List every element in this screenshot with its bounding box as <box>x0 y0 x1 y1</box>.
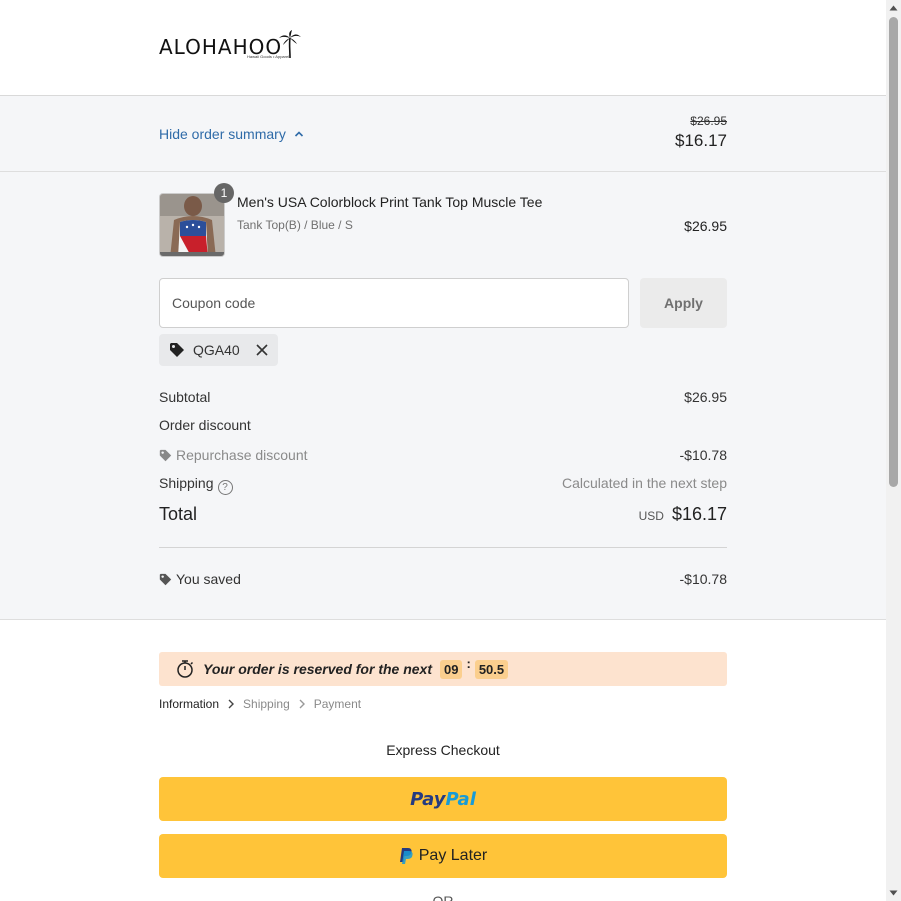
subtotal-label: Subtotal <box>159 389 211 405</box>
you-saved-row: You saved -$10.78 <box>159 571 727 587</box>
page-scrollbar[interactable] <box>886 0 901 901</box>
summary-bar-prices: $26.95 $16.17 <box>675 114 727 152</box>
shipping-value: Calculated in the next step <box>562 475 727 491</box>
tag-icon <box>170 343 184 357</box>
repurchase-discount-label: Repurchase discount <box>176 447 308 463</box>
tag-icon <box>159 449 172 462</box>
timer-separator: : <box>466 655 471 671</box>
checkout-page: ALOHAHOO Hawaii Goods • Apparel Hide ord… <box>0 0 886 901</box>
total-amount: USD $16.17 <box>639 504 727 525</box>
site-header: ALOHAHOO Hawaii Goods • Apparel <box>0 0 886 96</box>
subtotal-row: Subtotal $26.95 <box>159 389 727 405</box>
tag-icon <box>159 573 172 586</box>
shipping-row: Shipping? Calculated in the next step <box>159 475 727 495</box>
logo-tagline: Hawaii Goods • Apparel <box>247 54 290 59</box>
total-label: Total <box>159 504 198 524</box>
or-divider-text: OR <box>432 893 454 901</box>
product-image <box>159 193 225 257</box>
you-saved-label: You saved <box>176 571 241 587</box>
coupon-code-input[interactable] <box>159 278 629 328</box>
scroll-down-arrow-icon[interactable] <box>889 889 898 897</box>
timer-seconds: 50.5 <box>474 659 509 679</box>
hide-order-summary-toggle[interactable]: Hide order summary <box>159 126 304 142</box>
shipping-label: Shipping <box>159 475 214 491</box>
order-discount-label: Order discount <box>159 417 251 433</box>
order-discount-row: Order discount <box>159 417 727 433</box>
breadcrumb-shipping: Shipping <box>243 697 290 711</box>
express-checkout-title: Express Checkout <box>386 742 500 758</box>
paypal-button[interactable]: PayPal <box>159 777 727 821</box>
toggle-label: Hide order summary <box>159 126 286 142</box>
applied-coupon-chip: QGA40 <box>159 334 278 366</box>
paypal-icon <box>399 848 413 864</box>
timer-message: Your order is reserved for the next <box>203 661 432 677</box>
product-line-item: 1 Men's USA Colorblock Print Tank Top Mu… <box>159 183 727 258</box>
timer-minutes: 09 <box>440 659 463 679</box>
original-price: $26.95 <box>690 114 727 128</box>
quantity-badge: 1 <box>214 183 234 203</box>
product-price: $26.95 <box>684 218 727 234</box>
stopwatch-icon <box>177 660 194 678</box>
breadcrumb-information[interactable]: Information <box>159 697 219 711</box>
chevron-up-icon <box>294 131 303 137</box>
chevron-right-icon <box>228 699 235 709</box>
paypal-pay-later-button[interactable]: Pay Later <box>159 834 727 878</box>
current-price: $16.17 <box>675 131 727 150</box>
you-saved-value: -$10.78 <box>679 571 727 587</box>
checkout-breadcrumb: Information Shipping Payment <box>159 697 361 711</box>
remove-coupon-icon[interactable] <box>256 344 268 356</box>
apply-coupon-button[interactable]: Apply <box>640 278 727 328</box>
store-logo[interactable]: ALOHAHOO Hawaii Goods • Apparel <box>159 30 302 59</box>
chevron-right-icon <box>299 699 305 709</box>
repurchase-discount-row: Repurchase discount -$10.78 <box>159 447 727 463</box>
summary-divider <box>159 547 727 548</box>
order-summary-panel: 1 Men's USA Colorblock Print Tank Top Mu… <box>0 172 886 620</box>
coupon-form: Apply <box>159 278 727 328</box>
pay-later-label: Pay Later <box>418 847 488 864</box>
total-row: Total USD $16.17 <box>159 504 727 530</box>
scrollbar-thumb[interactable] <box>889 17 898 487</box>
total-value: $16.17 <box>671 504 727 524</box>
scroll-up-arrow-icon[interactable] <box>889 4 898 12</box>
subtotal-value: $26.95 <box>684 389 727 405</box>
currency-code: USD <box>638 509 664 523</box>
product-photo <box>160 194 224 256</box>
product-variant: Tank Top(B) / Blue / S <box>237 218 353 232</box>
paypal-logo: PayPal <box>410 788 476 810</box>
applied-coupon-code: QGA40 <box>193 342 240 358</box>
reservation-timer: Your order is reserved for the next 09 :… <box>159 652 727 686</box>
breadcrumb-payment: Payment <box>313 697 362 711</box>
repurchase-discount-value: -$10.78 <box>679 447 727 463</box>
order-summary-toggle-bar: Hide order summary $26.95 $16.17 <box>0 96 886 172</box>
shipping-help-icon[interactable]: ? <box>217 480 233 495</box>
product-name: Men's USA Colorblock Print Tank Top Musc… <box>237 194 543 210</box>
